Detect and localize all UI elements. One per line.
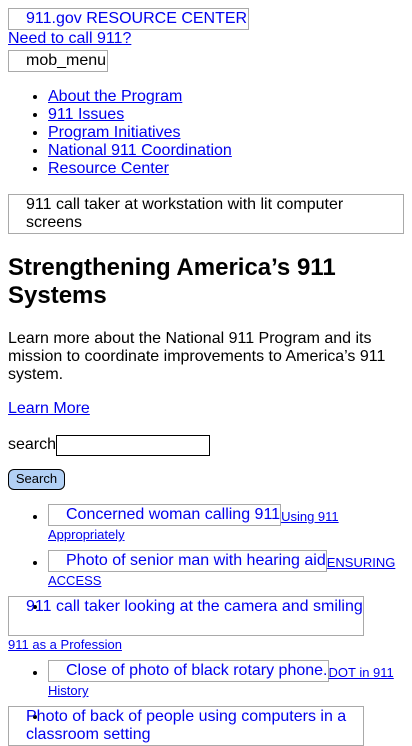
main-nav: About the Program 911 Issues Program Ini… [8, 88, 404, 178]
need-to-call-911-link[interactable]: Need to call 911? [8, 30, 404, 48]
nav-link-resource-center[interactable]: Resource Center [48, 160, 169, 177]
page: 911.gov RESOURCE CENTER Need to call 911… [0, 0, 412, 746]
site-logo[interactable]: 911.gov RESOURCE CENTER [8, 8, 249, 30]
nav-item-initiatives: Program Initiatives [48, 124, 404, 142]
search-input[interactable] [56, 434, 211, 456]
mobile-menu-button[interactable]: mob_menu [8, 50, 108, 72]
list-item: Concerned woman calling 911Using 911 App… [48, 504, 404, 544]
nav-item-about: About the Program [48, 88, 404, 106]
list-item: Close of photo of black rotary phone.DOT… [48, 660, 404, 700]
feature-list: Concerned woman calling 911Using 911 App… [8, 504, 404, 746]
nav-link-about[interactable]: About the Program [48, 88, 182, 105]
list-item: 911 call taker looking at the camera and… [8, 596, 404, 654]
list-item: Photo of back of people using computers … [8, 706, 404, 746]
card-image[interactable]: Photo of senior man with hearing aid [48, 550, 327, 572]
search-button[interactable]: Search [8, 469, 65, 490]
hero-image: 911 call taker at workstation with lit c… [8, 194, 404, 234]
card-image[interactable]: Photo of back of people using computers … [8, 706, 364, 746]
nav-link-coordination[interactable]: National 911 Coordination [48, 142, 232, 159]
search-label: search [8, 436, 57, 453]
nav-link-initiatives[interactable]: Program Initiatives [48, 124, 181, 141]
card-image[interactable]: 911 call taker looking at the camera and… [8, 596, 364, 636]
nav-item-coordination: National 911 Coordination [48, 142, 404, 160]
nav-link-issues[interactable]: 911 Issues [48, 106, 124, 123]
learn-more-link[interactable]: Learn More [8, 400, 404, 418]
card-image[interactable]: Concerned woman calling 911 [48, 504, 282, 526]
nav-item-resource-center: Resource Center [48, 160, 404, 178]
card-image[interactable]: Close of photo of black rotary phone. [48, 660, 329, 682]
nav-item-issues: 911 Issues [48, 106, 404, 124]
hero-description: Learn more about the National 911 Progra… [8, 330, 386, 383]
search-form: search [8, 434, 404, 456]
page-title: Strengthening America’s 911 Systems [8, 254, 336, 309]
list-item: Photo of senior man with hearing aidENSU… [48, 550, 404, 590]
card-link[interactable]: 911 as a Profession [8, 637, 122, 652]
